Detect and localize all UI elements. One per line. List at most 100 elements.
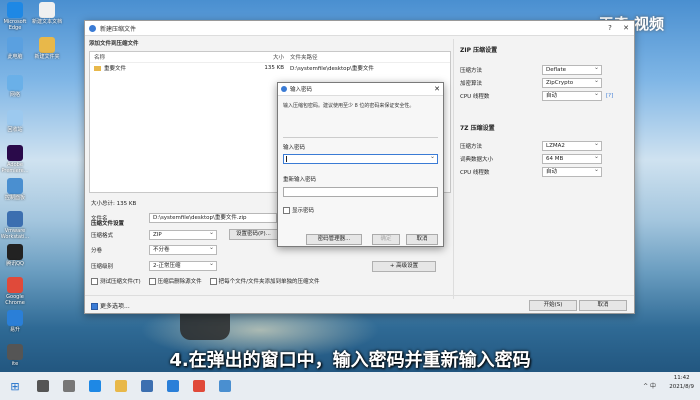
desktop-icon[interactable]: Adobe Premiere... [0, 145, 30, 174]
sevenz-method-label: 压缩方法 [460, 144, 483, 150]
taskbar: ⊞ ^ 中 11:42 2021/8/9 [0, 372, 700, 400]
start-button[interactable]: 开始(S) [529, 300, 577, 311]
taskbar-explorer-icon[interactable] [108, 372, 134, 400]
file-name: 重要文件 [104, 66, 127, 72]
window-footer: 更多选项... 开始(S) 取消 [85, 295, 634, 314]
sevenz-title: 7Z 压缩设置 [460, 125, 495, 132]
desktop-file-icon [39, 37, 55, 53]
dialog-title: 输入密码 [290, 87, 313, 93]
password-manager-button[interactable]: 密码管理器... [306, 234, 362, 245]
start-windows-icon[interactable]: ⊞ [0, 380, 30, 393]
sevenz-dict-select[interactable]: 64 MB [542, 153, 602, 164]
more-options-checkbox-box[interactable] [91, 303, 98, 310]
add-section-label: 添加文件到压缩文件 [89, 41, 139, 47]
taskbar-store-icon[interactable] [134, 372, 160, 400]
file-size: 135 KB [264, 65, 284, 71]
filename-label: 文件名 [91, 216, 108, 222]
dialog-close-icon[interactable]: ✕ [431, 85, 443, 93]
desktop-icon[interactable]: 腾讯QQ [0, 244, 30, 267]
repeat-password-label: 重新输入密码 [283, 177, 317, 183]
desktop-app-icon [7, 310, 23, 326]
show-password-checkbox[interactable]: 显示密码 [283, 206, 314, 214]
desktop-icon[interactable]: Google Chrome [0, 277, 30, 306]
password-dialog: 输入密码 ✕ 输入压缩包密码。建议使用至少 8 位的密码来保证安全性。 输入密码… [277, 82, 444, 247]
chrome-icon [193, 380, 205, 392]
video-subtitle: 4.在弹出的窗口中，输入密码并重新输入密码 [169, 350, 531, 371]
desktop-icon[interactable]: 网络 [0, 75, 30, 98]
split-row: 分卷 不分卷 [91, 244, 217, 255]
help-icon[interactable]: ? [602, 21, 618, 35]
desktop-icon-label: 易升 [9, 327, 20, 333]
desktop-icon-label: 新建文件夹 [34, 54, 60, 60]
column-name[interactable]: 名称 [90, 53, 264, 61]
right-pane: ZIP 压缩设置 压缩方法 Deflate 加密算法 ZipCrypto CPU… [453, 39, 631, 299]
desktop-icon[interactable]: Microsoft Edge [0, 2, 30, 31]
zip-title: ZIP 压缩设置 [460, 47, 498, 54]
taskbar-bandizip-icon[interactable] [212, 372, 238, 400]
file-list-header: 名称 大小 文件夹路径 [90, 52, 450, 63]
password-input[interactable]: ⌄ [283, 153, 438, 164]
desktop-icon[interactable]: 易升 [0, 310, 30, 333]
sevenz-method-select[interactable]: LZMA2 [542, 140, 602, 151]
taskbar-apps [30, 372, 238, 400]
set-password-button[interactable]: 设置密码(P)... [229, 229, 278, 240]
desktop-icon-label: 回收站 [7, 127, 23, 133]
format-select[interactable]: ZIP [149, 229, 217, 240]
filename-input[interactable]: D:\systemfile\desktop\重要文件.zip [149, 213, 277, 223]
delete-checkbox-box[interactable] [148, 278, 156, 285]
store-icon [141, 380, 153, 392]
sevenz-cpu-select[interactable]: 自动 [542, 166, 602, 177]
split-label: 分卷 [91, 248, 103, 254]
more-options-checkbox[interactable]: 更多选项... [91, 301, 130, 310]
desktop-icon[interactable]: 新建文件夹 [32, 37, 62, 60]
taskbar-chrome-icon[interactable] [186, 372, 212, 400]
advanced-button[interactable]: + 高级设置 [372, 261, 436, 272]
cancel-button[interactable]: 取消 [579, 300, 627, 311]
column-path[interactable]: 文件夹路径 [290, 53, 450, 61]
taskbar-edge-icon[interactable] [82, 372, 108, 400]
dialog-hint: 输入压缩包密码。建议使用至少 8 位的密码来保证安全性。 [283, 103, 415, 109]
delete-checkbox[interactable]: 压缩后删除源文件 [148, 277, 202, 285]
desktop-app-icon [7, 145, 23, 161]
repeat-password-input[interactable] [283, 187, 438, 197]
dialog-app-icon [281, 86, 287, 92]
clock[interactable]: 11:42 2021/8/9 [669, 374, 694, 392]
clock-time: 11:42 [673, 375, 690, 381]
window-titlebar: 新建压缩文件 ? ✕ [85, 21, 634, 36]
zip-help-link[interactable]: [?] [606, 93, 613, 99]
mail-icon [167, 380, 179, 392]
desktop-icon[interactable]: 控制面板 [0, 178, 30, 201]
dialog-ok-button[interactable]: 确定 [372, 234, 400, 245]
desktop-icon[interactable]: 新建文本文档 [32, 2, 62, 25]
format-row: 压缩格式 ZIP 设置密码(P)... [91, 229, 278, 240]
sevenz-dict-label: 词典数据大小 [460, 157, 494, 163]
desktop-icon-label: Microsoft Edge [3, 19, 27, 31]
separate-checkbox-box[interactable] [209, 278, 217, 285]
desktop-icon[interactable]: 此电脑 [0, 37, 30, 60]
search-icon [37, 380, 49, 392]
desktop-icon[interactable]: 回收站 [0, 110, 30, 133]
test-checkbox[interactable]: 测试压缩文件(T) [91, 277, 141, 285]
separate-checkbox[interactable]: 把每个文件/文件夹添加到单独的压缩文件 [209, 277, 320, 285]
split-select[interactable]: 不分卷 [149, 244, 217, 255]
taskbar-mail-icon[interactable] [160, 372, 186, 400]
desktop-icon[interactable]: Vmware Workstati... [0, 211, 30, 240]
zip-method-select[interactable]: Deflate [542, 64, 602, 75]
explorer-icon [115, 380, 127, 392]
level-label: 压缩级别 [91, 264, 114, 270]
show-password-checkbox-box[interactable] [283, 207, 290, 214]
close-icon[interactable]: ✕ [618, 21, 634, 35]
tray-icons[interactable]: ^ 中 [643, 381, 656, 390]
dialog-cancel-button[interactable]: 取消 [406, 234, 438, 245]
taskbar-search-icon[interactable] [30, 372, 56, 400]
options-row: 测试压缩文件(T) 压缩后删除源文件 把每个文件/文件夹添加到单独的压缩文件 [91, 277, 320, 285]
level-select[interactable]: 2-正常压缩 [149, 260, 217, 271]
zip-cpu-select[interactable]: 自动 [542, 90, 602, 101]
test-checkbox-box[interactable] [91, 278, 98, 285]
taskbar-task-view-icon[interactable] [56, 372, 82, 400]
file-row[interactable]: 重要文件 135 KB D:\systemfile\desktop\重要文件 [90, 63, 450, 73]
window-title: 新建压缩文件 [100, 25, 137, 33]
password-history-chevron-icon[interactable]: ⌄ [430, 153, 435, 160]
zip-encrypt-select[interactable]: ZipCrypto [542, 77, 602, 88]
column-size[interactable]: 大小 [264, 53, 290, 61]
